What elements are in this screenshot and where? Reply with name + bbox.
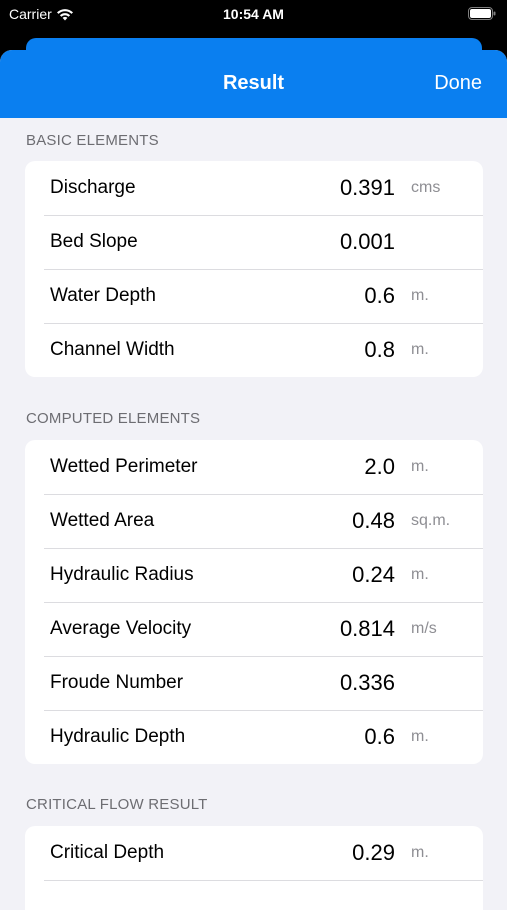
section-header-critical-flow-result: CRITICAL FLOW RESULT (26, 796, 208, 813)
row-label: Water Depth (50, 285, 156, 306)
row-label: Wetted Perimeter (50, 456, 198, 477)
result-row-critical-depth: Critical Depth 0.29 m. (25, 826, 483, 880)
row-unit: m. (411, 458, 429, 475)
navigation-bar: Result Done (0, 50, 507, 118)
result-row-average-velocity: Average Velocity 0.814 m/s (25, 602, 483, 656)
row-value: 0.24 (352, 562, 395, 587)
critical-flow-group: Critical Depth 0.29 m. (25, 826, 483, 910)
row-value: 0.001 (339, 229, 395, 254)
row-value: 0.336 (339, 670, 395, 695)
row-unit: sq.m. (411, 512, 451, 529)
result-row-bed-slope: Bed Slope 0.001 (25, 215, 483, 269)
row-label: Hydraulic Radius (50, 564, 194, 585)
result-row-discharge: Discharge 0.391 cms (25, 161, 483, 215)
done-button[interactable]: Done (434, 72, 482, 95)
result-row-hydraulic-radius: Hydraulic Radius 0.24 m. (25, 548, 483, 602)
result-sheet: Result Done BASIC ELEMENTS Discharge 0.3… (0, 50, 507, 910)
row-value: 2.0 (364, 454, 395, 479)
row-label: Froude Number (50, 672, 184, 693)
row-value: 0.48 (352, 508, 395, 533)
row-label: Average Velocity (50, 618, 192, 639)
row-value: 0.391 (339, 175, 395, 200)
row-label: Channel Width (50, 339, 175, 360)
row-unit: cms (411, 179, 441, 196)
result-row-water-depth: Water Depth 0.6 m. (25, 269, 483, 323)
result-row-channel-width: Channel Width 0.8 m. (25, 323, 483, 377)
row-label: Discharge (50, 177, 136, 198)
row-unit: m. (411, 341, 429, 358)
row-label: Hydraulic Depth (50, 726, 186, 747)
section-header-computed-elements: COMPUTED ELEMENTS (26, 410, 201, 427)
basic-elements-group: Discharge 0.391 cms Bed Slope 0.001 Wate… (25, 161, 483, 377)
row-value: 0.8 (364, 337, 395, 362)
row-value: 0.814 (339, 616, 395, 641)
row-value: 0.6 (364, 724, 395, 749)
row-unit: m/s (411, 620, 437, 637)
row-value: 0.29 (352, 840, 395, 865)
row-unit: m. (411, 566, 429, 583)
result-row-hydraulic-depth: Hydraulic Depth 0.6 m. (25, 710, 483, 764)
result-row-wetted-area: Wetted Area 0.48 sq.m. (25, 494, 483, 548)
section-header-basic-elements: BASIC ELEMENTS (26, 132, 159, 149)
battery-icon (468, 7, 496, 23)
result-row-froude-number: Froude Number 0.336 (25, 656, 483, 710)
row-unit: m. (411, 287, 429, 304)
result-row-cutoff (25, 880, 483, 910)
page-title: Result (222, 72, 285, 94)
computed-elements-group: Wetted Perimeter 2.0 m. Wetted Area 0.48… (25, 440, 483, 764)
status-time: 10:54 AM (223, 6, 284, 22)
row-label: Bed Slope (50, 231, 138, 252)
row-value: 0.6 (364, 283, 395, 308)
row-label: Wetted Area (50, 510, 155, 531)
row-unit: m. (411, 844, 429, 861)
result-row-wetted-perimeter: Wetted Perimeter 2.0 m. (25, 440, 483, 494)
status-bar: Carrier 10:54 AM (0, 0, 507, 30)
row-label: Critical Depth (50, 842, 165, 863)
row-unit: m. (411, 728, 429, 745)
